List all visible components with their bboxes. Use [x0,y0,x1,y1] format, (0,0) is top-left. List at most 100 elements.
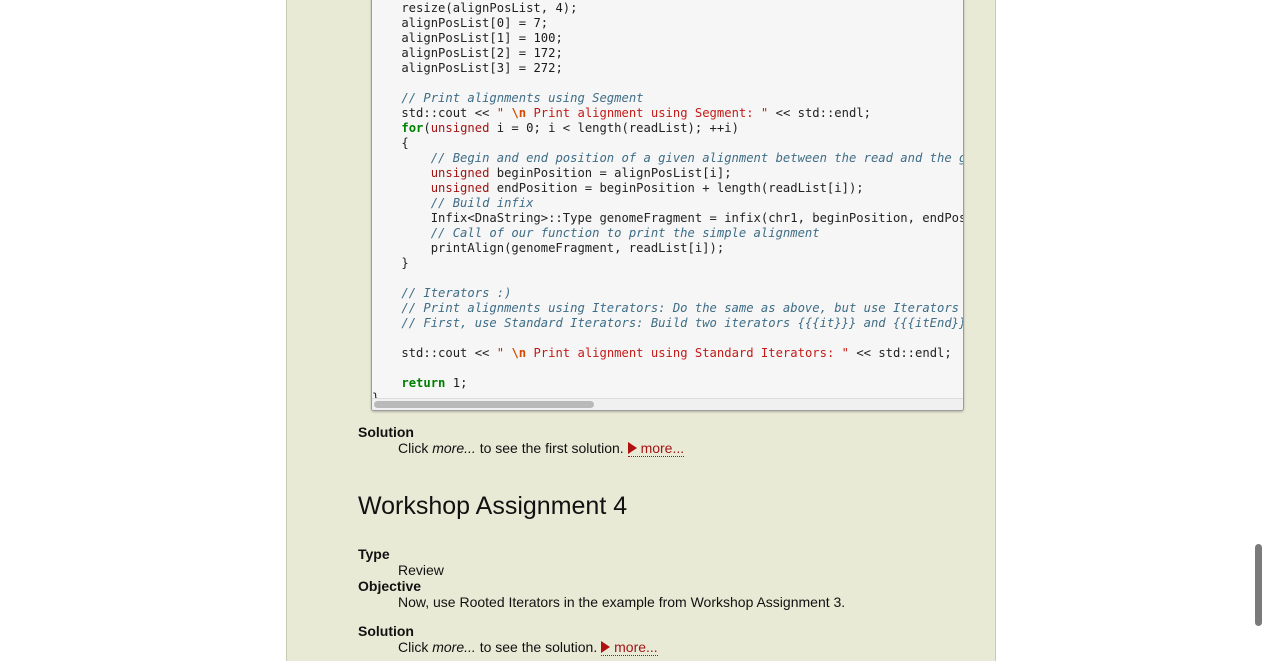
solution2-text-em: more... [432,639,476,655]
code-line: return 1; [372,376,963,391]
code-line: // Call of our function to print the sim… [372,226,963,241]
code-token: unsigned [430,121,490,135]
more-link-label: more... [614,639,658,655]
type-value: Review [398,562,444,578]
code-token: ( [423,121,431,135]
code-line: // Print alignments using Segment [372,91,963,106]
code-line: } [372,256,963,271]
code-token: alignPosList[ [372,61,497,75]
code-line: // Print alignments using Iterators: Do … [372,301,963,316]
solution-text: Click more... to see the first solution.… [398,440,685,457]
content-column: resize(alignPosList, 4); alignPosList[0]… [286,0,996,661]
code-token: 2 [496,46,505,60]
code-token: ] = [504,46,534,60]
code-token: \n [511,106,527,120]
code-token: resize(alignPosList, [372,1,556,15]
code-token: ; i < length(readList); ++i) [533,121,739,135]
more-link-solution[interactable]: more... [601,639,658,656]
code-token: alignPosList[ [372,46,497,60]
code-scrollbar-thumb[interactable] [374,401,594,408]
code-token: \n [511,346,527,360]
code-token: unsigned [430,181,490,195]
solution2-label: Solution [358,623,414,639]
assignment-heading: Workshop Assignment 4 [358,492,628,520]
code-line: // Iterators :) [372,286,963,301]
code-token: 7 [533,16,541,30]
type-label: Type [358,546,390,562]
objective-label: Objective [358,578,422,594]
code-token: beginPosition = alignPosList[i]; [489,166,732,180]
code-token: for [401,121,424,135]
page-scrollbar-thumb[interactable] [1255,544,1262,626]
code-line: resize(alignPosList, 4); [372,1,963,16]
code-token: alignPosList[ [372,31,497,45]
code-line: // Begin and end position of a given ali… [372,151,963,166]
solution-text-after: to see the first solution. [475,440,628,456]
code-token: " [496,346,512,360]
code-token: alignPosList[ [372,16,497,30]
code-token: std::cout << [372,106,497,120]
code-token: ; [555,61,563,75]
code-line: unsigned beginPosition = alignPosList[i]… [372,166,963,181]
code-token: Print alignment using Segment: " [526,106,769,120]
solution-text-before: Click [398,440,433,456]
code-line: unsigned endPosition = beginPosition + l… [372,181,963,196]
code-token: { [372,136,409,150]
code-token: // Call of our function to print the sim… [430,226,820,240]
code-token: // Build infix [430,196,534,210]
code-line: printAlign(genomeFragment, readList[i]); [372,241,963,256]
code-token: ; [460,376,468,390]
code-token: ); [562,1,578,15]
code-token: // Print alignments using Segment [401,91,644,105]
code-line: std::cout << " \n Print alignment using … [372,346,963,361]
code-line: alignPosList[0] = 7; [372,16,963,31]
code-line: alignPosList[1] = 100; [372,31,963,46]
code-line: { [372,136,963,151]
code-line: for(unsigned i = 0; i < length(readList)… [372,121,963,136]
code-token: Infix<DnaString>::Type genomeFragment = … [372,211,964,225]
expand-triangle-icon [601,641,611,653]
code-token: endPosition = beginPosition + length(rea… [489,181,864,195]
solution2-text-before: Click [398,639,433,655]
code-token: // Print alignments using Iterators: Do … [401,301,960,315]
code-line: alignPosList[3] = 272; [372,61,963,76]
page-scrollbar[interactable] [1250,0,1265,661]
code-line: // First, use Standard Iterators: Build … [372,316,963,331]
code-token: std::cout << [372,346,497,360]
code-token: // Iterators :) [401,286,512,300]
more-link-first-solution[interactable]: more... [627,440,685,457]
code-token: 272 [533,61,556,75]
code-token: << std::endl; [768,106,871,120]
code-token: 4 [555,1,563,15]
code-token: " [496,106,512,120]
code-token: Print alignment using Standard Iterators… [526,346,849,360]
solution2-text-after: to see the solution. [475,639,602,655]
code-horizontal-scrollbar[interactable] [372,398,963,410]
code-token: i = [489,121,527,135]
code-token: 172 [533,46,556,60]
code-line: // Build infix [372,196,963,211]
code-line: Infix<DnaString>::Type genomeFragment = … [372,211,964,226]
code-line: alignPosList[2] = 172; [372,46,963,61]
code-token: unsigned [430,166,490,180]
code-token: 3 [496,61,505,75]
code-token: ] = [504,16,534,30]
expand-triangle-icon [627,442,637,454]
code-token: 0 [496,16,505,30]
code-token: ; [555,46,563,60]
code-block: resize(alignPosList, 4); alignPosList[0]… [371,0,964,411]
more-link-label: more... [640,440,685,456]
code-token: printAlign(genomeFragment, readList[i]); [372,241,725,255]
